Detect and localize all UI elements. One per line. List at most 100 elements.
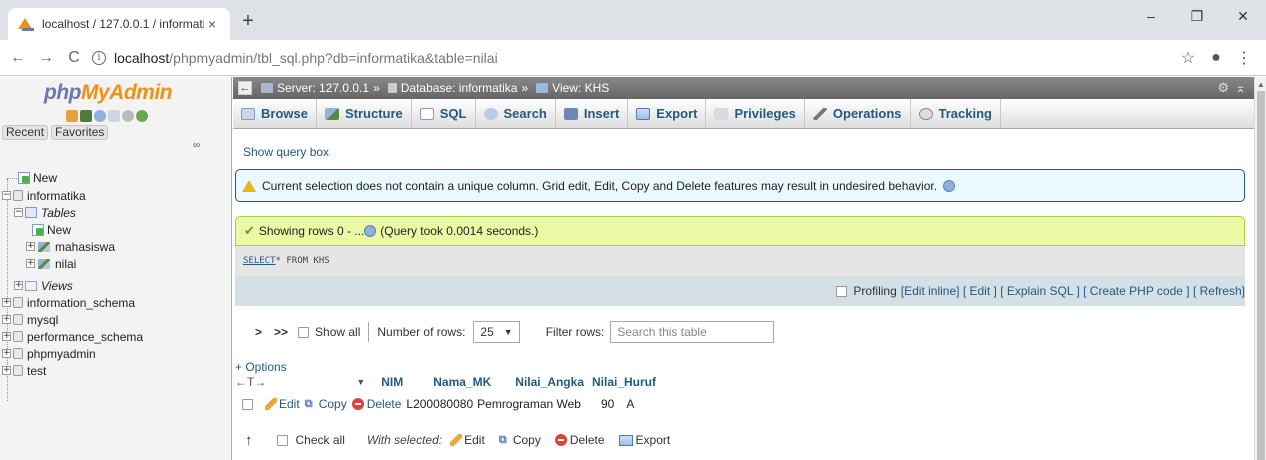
column-header-nilai-huruf[interactable]: Nilai_Huruf — [592, 375, 656, 389]
address-bar[interactable]: i localhost/phpmyadmin/tbl_sql.php?db=in… — [92, 44, 1174, 72]
refresh-link[interactable]: [ Refresh] — [1193, 284, 1245, 298]
maximize-button[interactable]: ❐ — [1174, 0, 1220, 32]
copy-icon: ⧉ — [498, 434, 507, 446]
tab-operations[interactable]: Operations — [805, 99, 911, 128]
edit-link[interactable]: [ Edit ] — [963, 284, 997, 298]
options-link[interactable]: + Options — [235, 360, 287, 374]
tree-item-views[interactable]: + Views — [14, 277, 73, 294]
tab-tracking[interactable]: Tracking — [911, 99, 1001, 128]
collapse-nav-icon[interactable]: ← — [238, 81, 252, 95]
browse-icon — [241, 107, 255, 120]
filter-rows-input[interactable]: Search this table — [610, 321, 775, 343]
row-copy-button[interactable]: ⧉ Copy — [305, 397, 347, 411]
sort-menu-icon[interactable]: ▼ — [356, 377, 365, 387]
column-arrows[interactable]: ←T→ — [235, 375, 266, 389]
bookmark-star-icon[interactable]: ☆ — [1174, 48, 1202, 68]
column-header-nim[interactable]: NIM — [381, 375, 403, 389]
site-info-icon[interactable]: i — [92, 50, 106, 65]
explain-sql-link[interactable]: [ Explain SQL ] — [1000, 284, 1080, 298]
page-scrollbar[interactable]: ▲ — [1254, 77, 1266, 460]
sql-keyword-link[interactable]: SELECT — [243, 256, 276, 266]
breadcrumb-separator: » — [521, 81, 529, 95]
forward-button[interactable]: → — [32, 44, 60, 72]
bulk-delete-button[interactable]: Delete — [554, 433, 605, 447]
show-query-box-link[interactable]: Show query box — [243, 145, 329, 159]
tab-privileges[interactable]: Privileges — [706, 99, 805, 128]
account-icon[interactable]: ● — [1202, 49, 1230, 67]
row-delete-button[interactable]: Delete — [351, 397, 401, 411]
column-header-nilai-angka[interactable]: Nilai_Angka — [515, 375, 584, 389]
tab-export[interactable]: Export — [628, 99, 707, 128]
tree-item-phpmyadmin[interactable]: + phpmyadmin — [2, 345, 96, 362]
create-php-code-link[interactable]: [ Create PHP code ] — [1083, 284, 1190, 298]
tab-browse[interactable]: Browse — [233, 99, 317, 128]
settings-icon[interactable] — [122, 110, 134, 122]
expand-icon[interactable]: + — [2, 315, 11, 324]
reload-nav-icon[interactable] — [136, 110, 148, 122]
back-button[interactable]: ← — [4, 44, 32, 72]
gear-icon[interactable]: ⚙ — [1217, 80, 1229, 96]
tab-sql[interactable]: SQL — [412, 99, 476, 128]
tab-structure[interactable]: Structure — [317, 99, 412, 128]
close-window-button[interactable]: ✕ — [1220, 0, 1266, 32]
next-page-button[interactable]: > — [255, 325, 262, 339]
bulk-edit-button[interactable]: Edit — [450, 433, 485, 447]
row-edit-button[interactable]: Edit — [265, 397, 300, 411]
tree-item-informatika[interactable]: − informatika — [2, 187, 86, 204]
favorites-tab[interactable]: Favorites — [51, 125, 109, 140]
tab-insert[interactable]: Insert — [556, 99, 629, 128]
breadcrumb-database[interactable]: Database: informatika — [401, 81, 518, 95]
edit-inline-link[interactable]: [Edit inline] — [901, 284, 960, 298]
check-all-label[interactable]: Check all — [296, 433, 345, 447]
collapse-top-icon[interactable]: ⌅ — [1235, 80, 1246, 96]
tab-search[interactable]: Search — [476, 99, 556, 128]
expand-icon[interactable]: + — [2, 349, 11, 358]
query-window-icon[interactable] — [94, 110, 106, 122]
browser-tab[interactable]: localhost / 127.0.0.1 / informatik × — [8, 8, 230, 40]
tree-item-new[interactable]: New — [16, 169, 57, 186]
check-all-checkbox[interactable] — [276, 434, 288, 446]
logout-icon[interactable] — [80, 110, 92, 122]
pencil-icon — [265, 398, 277, 410]
tab-close-icon[interactable]: × — [204, 16, 220, 32]
breadcrumb-server[interactable]: Server: 127.0.0.1 — [277, 81, 369, 95]
tree-item-nilai[interactable]: + nilai — [26, 255, 76, 272]
browser-menu-icon[interactable]: ⋮ — [1230, 48, 1258, 68]
collapse-icon[interactable]: − — [2, 191, 11, 200]
tree-item-information-schema[interactable]: + information_schema — [2, 294, 135, 311]
link-with-main-icon[interactable]: ∞ — [193, 140, 200, 151]
phpmyadmin-logo[interactable]: phpMyAdmin — [44, 81, 172, 105]
breadcrumb-view[interactable]: View: KHS — [552, 81, 609, 95]
expand-icon[interactable]: + — [26, 259, 35, 268]
last-page-button[interactable]: >> — [274, 325, 288, 339]
help-icon[interactable] — [364, 225, 377, 237]
column-header-nama-mk[interactable]: Nama_MK — [433, 375, 491, 389]
help-icon[interactable] — [943, 179, 956, 192]
expand-icon[interactable]: + — [14, 281, 23, 290]
tree-item-test[interactable]: + test — [2, 362, 46, 379]
expand-icon[interactable]: + — [2, 332, 11, 341]
minimize-button[interactable]: – — [1128, 0, 1174, 32]
recent-tab[interactable]: Recent — [2, 125, 49, 140]
scrollbar-thumb[interactable] — [1257, 91, 1265, 460]
tree-item-mahasiswa[interactable]: + mahasiswa — [26, 238, 115, 255]
expand-icon[interactable]: + — [2, 298, 11, 307]
expand-icon[interactable]: + — [26, 242, 35, 251]
tree-item-tables-new[interactable]: New — [30, 221, 71, 238]
row-checkbox[interactable] — [242, 398, 253, 410]
scroll-up-icon[interactable]: ▲ — [1257, 80, 1265, 89]
expand-icon[interactable]: + — [2, 366, 11, 375]
tree-item-performance-schema[interactable]: + performance_schema — [2, 328, 143, 345]
bulk-copy-button[interactable]: ⧉ Copy — [499, 433, 541, 447]
documentation-icon[interactable] — [108, 110, 120, 122]
profiling-checkbox[interactable] — [836, 285, 848, 297]
show-all-checkbox[interactable] — [298, 326, 310, 338]
new-tab-button[interactable]: + — [236, 10, 260, 34]
home-icon[interactable] — [66, 110, 78, 122]
reload-button[interactable]: C — [60, 44, 88, 72]
tree-item-mysql[interactable]: + mysql — [2, 311, 58, 328]
bulk-export-button[interactable]: Export — [618, 433, 670, 447]
number-of-rows-select[interactable]: 25 ▼ — [473, 321, 520, 343]
tree-item-tables[interactable]: − Tables — [14, 204, 76, 221]
collapse-icon[interactable]: − — [14, 208, 23, 217]
